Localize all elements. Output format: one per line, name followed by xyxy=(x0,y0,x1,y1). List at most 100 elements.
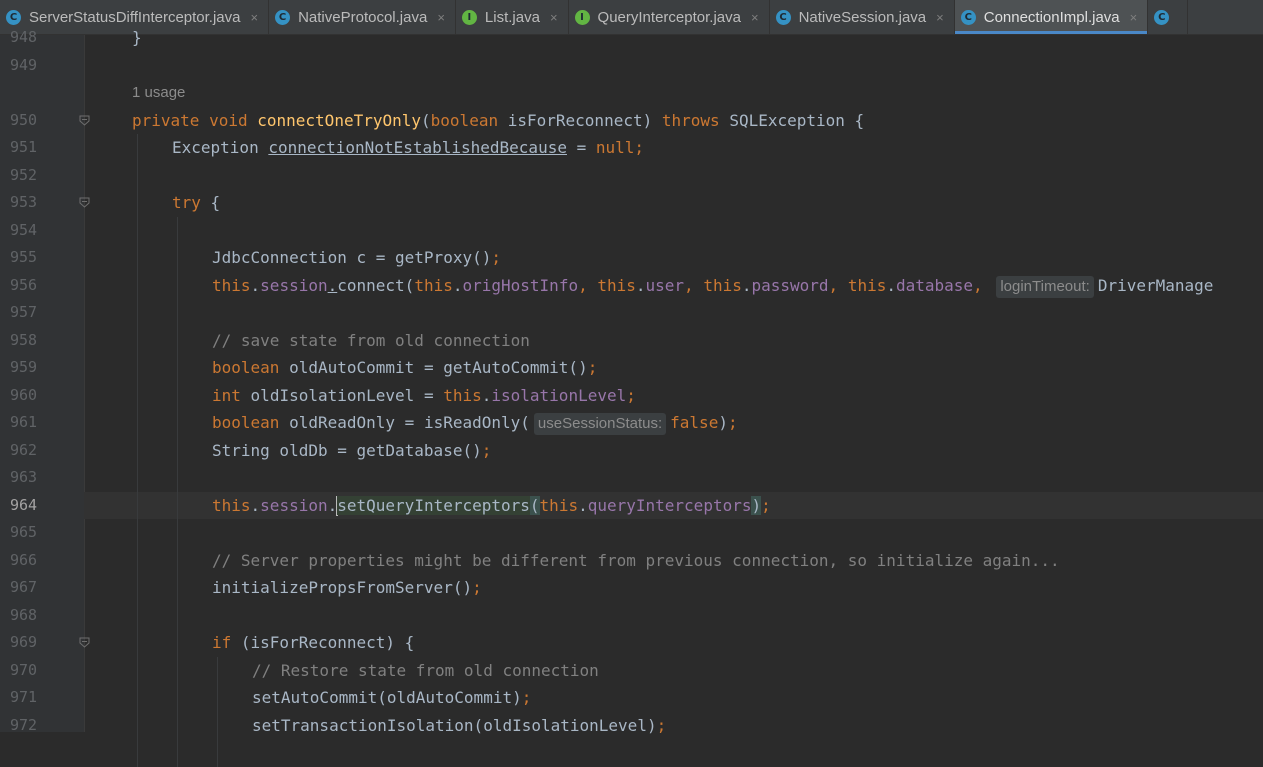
line-number: 960 xyxy=(10,385,38,404)
line-number: 951 xyxy=(10,138,38,156)
code-line-950[interactable]: private void connectOneTryOnly(boolean i… xyxy=(92,107,864,134)
code-line-962[interactable]: String oldDb = getDatabase(); xyxy=(92,437,491,464)
gutter-line: 963 xyxy=(0,464,84,491)
tab-label: ConnectionImpl.java xyxy=(983,8,1120,26)
close-icon[interactable]: × xyxy=(437,10,445,25)
tab-label: List.java xyxy=(484,8,540,26)
tab-label: ServerStatusDiffInterceptor.java xyxy=(29,8,241,26)
code-editor[interactable]: 948 949 950 951 952 953 954 955 956 957 958 959 960 9… xyxy=(0,28,1263,767)
code-line-959[interactable]: boolean oldAutoCommit = getAutoCommit(); xyxy=(92,354,597,381)
line-number: 971 xyxy=(10,688,38,706)
gutter-line: 956 xyxy=(0,272,84,299)
line-number: 965 xyxy=(10,523,38,541)
gutter-line: 967 xyxy=(0,574,84,601)
gutter-line: 955 xyxy=(0,244,84,271)
gutter-line: 969 xyxy=(0,629,90,656)
code-line-971[interactable]: setAutoCommit(oldAutoCommit); xyxy=(92,684,531,711)
tab-label: NativeSession.java xyxy=(798,8,927,26)
fold-icon[interactable] xyxy=(79,115,90,126)
line-number: 956 xyxy=(10,275,38,294)
interface-icon: I xyxy=(461,9,477,25)
gutter-line: 958 xyxy=(0,327,84,354)
line-number: 969 xyxy=(10,633,38,651)
line-number: 962 xyxy=(10,440,38,459)
line-number: 959 xyxy=(10,358,38,376)
line-number: 954 xyxy=(10,220,38,239)
interface-icon: I xyxy=(574,9,590,25)
gutter-line: 957 xyxy=(0,299,84,326)
gutter-line: 950 xyxy=(0,107,90,134)
gutter-line: 965 xyxy=(0,519,84,546)
line-number: 948 xyxy=(10,28,38,46)
code-line-967[interactable]: initializePropsFromServer(); xyxy=(92,574,482,601)
line-number: 955 xyxy=(10,248,38,266)
code-line-970[interactable]: // Restore state from old connection xyxy=(92,657,599,684)
tab-query-interceptor[interactable]: I QueryInterceptor.java × xyxy=(569,0,770,34)
tab-native-session[interactable]: C NativeSession.java × xyxy=(770,0,955,34)
line-number-gutter: 948 949 950 951 952 953 954 955 956 957 958 959 960 9… xyxy=(0,28,90,734)
parameter-hint: useSessionStatus: xyxy=(533,413,667,435)
gutter-line: 961 xyxy=(0,409,84,436)
gutter-line: 970 xyxy=(0,657,84,684)
class-icon: C xyxy=(6,9,21,25)
line-number: 966 xyxy=(10,550,38,569)
gutter-line: 949 xyxy=(0,52,84,79)
line-number: 953 xyxy=(10,193,38,211)
code-line-969[interactable]: if (isForReconnect) { xyxy=(92,629,414,656)
code-line-958[interactable]: // save state from old connection xyxy=(92,327,530,354)
close-icon[interactable]: × xyxy=(751,10,759,25)
code-line-948[interactable]: } xyxy=(92,24,142,51)
code-line-960[interactable]: int oldIsolationLevel = this.isolationLe… xyxy=(92,382,636,409)
code-line-964[interactable]: this.session.setQueryInterceptors(this.q… xyxy=(92,492,771,519)
gutter-line: 962 xyxy=(0,437,84,464)
class-icon: C xyxy=(1154,9,1170,25)
close-icon[interactable]: × xyxy=(936,10,944,25)
line-number: 950 xyxy=(10,110,38,129)
code-line-961[interactable]: boolean oldReadOnly = isReadOnly(useSess… xyxy=(92,409,738,436)
tab-overflow[interactable]: C xyxy=(1148,0,1189,34)
gutter-line: 959 xyxy=(0,354,84,381)
line-number: 964 xyxy=(10,495,38,514)
class-icon: C xyxy=(775,9,791,25)
gutter-line: 952 xyxy=(0,162,84,189)
line-number: 958 xyxy=(10,330,38,349)
line-number: 949 xyxy=(10,55,38,74)
usage-hint[interactable]: 1 usage xyxy=(132,79,185,106)
close-icon[interactable]: × xyxy=(550,10,558,25)
gutter-line: 972 xyxy=(0,712,84,739)
gutter-line: 948 xyxy=(0,24,84,51)
gutter-line: 951 xyxy=(0,134,84,161)
code-line-956[interactable]: this.session.connect(this.origHostInfo, … xyxy=(92,272,1213,299)
parameter-hint: loginTimeout: xyxy=(996,275,1094,298)
editor-tab-bar: C ServerStatusDiffInterceptor.java × C N… xyxy=(0,0,1263,35)
line-number: 952 xyxy=(10,165,38,184)
gutter-line: 953 xyxy=(0,189,90,216)
line-number: 970 xyxy=(10,660,38,679)
line-number: 968 xyxy=(10,605,38,624)
gutter-line: 954 xyxy=(0,217,84,244)
fold-icon[interactable] xyxy=(79,637,90,648)
tab-list[interactable]: I List.java × xyxy=(456,0,569,34)
gutter-line: 960 xyxy=(0,382,84,409)
code-line-953[interactable]: try { xyxy=(92,189,220,216)
line-number: 961 xyxy=(10,413,38,431)
gutter-line: 966 xyxy=(0,547,84,574)
close-icon[interactable]: × xyxy=(1130,10,1138,25)
gutter-line: 964 xyxy=(0,492,84,519)
line-number: 967 xyxy=(10,578,38,596)
method-declaration: connectOneTryOnly xyxy=(257,110,422,130)
tab-native-protocol[interactable]: C NativeProtocol.java × xyxy=(269,0,456,34)
code-line-955[interactable]: JdbcConnection c = getProxy(); xyxy=(92,244,501,271)
tab-label: QueryInterceptor.java xyxy=(597,8,741,26)
code-line-972[interactable]: setTransactionIsolation(oldIsolationLeve… xyxy=(92,712,666,739)
tab-connection-impl[interactable]: C ConnectionImpl.java × xyxy=(954,0,1149,34)
line-number: 963 xyxy=(10,468,38,486)
gutter-line: 971 xyxy=(0,684,84,711)
fold-icon[interactable] xyxy=(79,197,90,208)
gutter-line: 968 xyxy=(0,602,84,629)
code-line-951[interactable]: Exception connectionNotEstablishedBecaus… xyxy=(92,134,644,161)
method-call: setQueryInterceptors xyxy=(337,495,530,515)
close-icon[interactable]: × xyxy=(251,10,259,25)
tab-label: NativeProtocol.java xyxy=(298,8,428,26)
code-line-966[interactable]: // Server properties might be different … xyxy=(92,547,1060,574)
